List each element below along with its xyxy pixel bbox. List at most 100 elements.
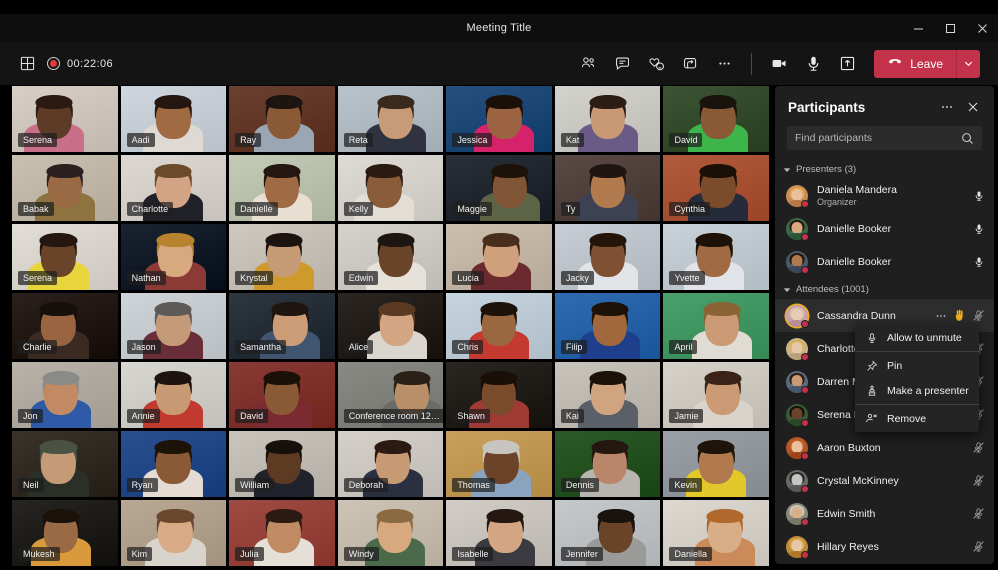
- microphone-icon[interactable]: [798, 49, 828, 79]
- video-tile[interactable]: Ray: [229, 86, 335, 152]
- leave-button[interactable]: Leave: [874, 49, 956, 78]
- mic-muted-icon[interactable]: [972, 540, 985, 553]
- video-tile[interactable]: Jessica: [446, 86, 552, 152]
- video-tile[interactable]: April: [663, 293, 770, 359]
- breakout-rooms-icon[interactable]: [675, 49, 705, 79]
- video-tile-name: Jon: [18, 409, 43, 423]
- minimize-button[interactable]: [902, 14, 934, 42]
- mic-muted-icon[interactable]: [972, 441, 985, 454]
- video-tile[interactable]: Kai: [554, 362, 661, 428]
- video-tile[interactable]: Cynthia: [663, 155, 770, 221]
- video-tile-name: Jason: [126, 340, 161, 354]
- video-tile[interactable]: Thomas: [446, 431, 552, 497]
- context-menu-item[interactable]: Make a presenter: [855, 378, 979, 403]
- panel-more-icon[interactable]: [936, 96, 958, 118]
- maximize-button[interactable]: [934, 14, 966, 42]
- video-tile[interactable]: David: [229, 362, 335, 428]
- video-tile-name: Yvette: [669, 271, 705, 285]
- reactions-icon[interactable]: [641, 49, 671, 79]
- participant-row[interactable]: Hillary Reyes: [775, 530, 994, 563]
- video-tile[interactable]: Shawn: [446, 362, 552, 428]
- video-tile[interactable]: Annie: [120, 362, 227, 428]
- participant-row[interactable]: Edwin Smith: [775, 497, 994, 530]
- video-tile[interactable]: Daniella: [663, 500, 770, 566]
- section-header-attendees[interactable]: Attendees (1001): [775, 278, 994, 299]
- mic-unmuted-icon[interactable]: [973, 256, 985, 268]
- participant-row[interactable]: Danielle Booker: [775, 245, 994, 278]
- more-actions-icon[interactable]: [709, 49, 739, 79]
- video-tile[interactable]: Mukesh: [12, 500, 118, 566]
- video-tile-name: Cynthia: [669, 202, 710, 216]
- video-tile[interactable]: Nathan: [120, 224, 227, 290]
- participant-row[interactable]: Crystal McKinney: [775, 464, 994, 497]
- video-tile[interactable]: Edwin: [337, 224, 444, 290]
- close-button[interactable]: [966, 14, 998, 42]
- participant-more-icon[interactable]: [935, 310, 947, 322]
- video-tile[interactable]: Kevin: [663, 431, 770, 497]
- section-header-presenters[interactable]: Presenters (3): [775, 158, 994, 179]
- video-tile-name: Kelly: [343, 202, 374, 216]
- video-tile[interactable]: William: [229, 431, 335, 497]
- context-menu-item[interactable]: Remove: [855, 406, 979, 431]
- video-grid-row: Serena Aadi Ray Reta Jessica Kat David: [12, 86, 770, 152]
- share-content-icon[interactable]: [832, 49, 862, 79]
- video-tile[interactable]: Charlie: [12, 293, 118, 359]
- mic-muted-icon[interactable]: [972, 474, 985, 487]
- video-tile[interactable]: Jon: [12, 362, 118, 428]
- chat-icon[interactable]: [607, 49, 637, 79]
- video-tile[interactable]: Reta: [337, 86, 444, 152]
- video-tile[interactable]: Dennis: [554, 431, 661, 497]
- panel-close-icon[interactable]: [962, 96, 984, 118]
- video-tile[interactable]: Krystal: [229, 224, 335, 290]
- video-tile[interactable]: Jennifer: [554, 500, 661, 566]
- video-tile[interactable]: Deborah: [337, 431, 444, 497]
- video-tile[interactable]: Neil: [12, 431, 118, 497]
- context-menu-item[interactable]: Pin: [855, 353, 979, 378]
- video-tile[interactable]: Babak: [12, 155, 118, 221]
- context-menu-item[interactable]: Allow to unmute: [855, 325, 979, 350]
- search-box[interactable]: [787, 126, 982, 150]
- video-tile[interactable]: Julia: [229, 500, 335, 566]
- search-input[interactable]: [795, 132, 961, 144]
- video-tile[interactable]: David: [663, 86, 770, 152]
- video-tile[interactable]: Lucia: [446, 224, 552, 290]
- mic-muted-icon[interactable]: [972, 309, 985, 322]
- video-tile[interactable]: Kelly: [337, 155, 444, 221]
- video-tile[interactable]: Ty: [554, 155, 661, 221]
- video-tile[interactable]: Jacky: [554, 224, 661, 290]
- video-tile[interactable]: Ryan: [120, 431, 227, 497]
- mic-unmuted-icon[interactable]: [973, 190, 985, 202]
- video-tile[interactable]: Windy: [337, 500, 444, 566]
- participant-row[interactable]: Aaron Buxton: [775, 431, 994, 464]
- video-tile[interactable]: Jason: [120, 293, 227, 359]
- video-tile[interactable]: Danielle: [229, 155, 335, 221]
- participant-row[interactable]: Danielle Booker: [775, 212, 994, 245]
- gallery-view-icon[interactable]: [20, 56, 35, 71]
- camera-icon[interactable]: [764, 49, 794, 79]
- participant-name-wrap: Danielle Booker: [817, 256, 967, 268]
- video-tile[interactable]: Aadi: [120, 86, 227, 152]
- video-tile[interactable]: Alice: [337, 293, 444, 359]
- video-tile[interactable]: Isabelle: [446, 500, 552, 566]
- video-tile-name: Annie: [126, 409, 160, 423]
- video-tile[interactable]: Chris: [446, 293, 552, 359]
- video-tile[interactable]: Kim: [120, 500, 227, 566]
- video-tile-name: Kat: [560, 133, 585, 147]
- video-tile[interactable]: Serena: [12, 86, 118, 152]
- video-tile[interactable]: Kat: [554, 86, 661, 152]
- participant-row[interactable]: Daniela Mandera Organizer: [775, 179, 994, 212]
- video-tile[interactable]: Conference room 12104: [337, 362, 444, 428]
- video-tile[interactable]: Maggie: [446, 155, 552, 221]
- video-tile[interactable]: Charlotte: [120, 155, 227, 221]
- video-tile[interactable]: Samantha: [229, 293, 335, 359]
- participant-name: Hillary Reyes: [817, 540, 879, 553]
- people-icon[interactable]: [573, 49, 603, 79]
- mic-muted-icon[interactable]: [972, 507, 985, 520]
- leave-options-caret[interactable]: [956, 49, 980, 78]
- video-tile[interactable]: Filip: [554, 293, 661, 359]
- video-tile[interactable]: Serena: [12, 224, 118, 290]
- video-tile[interactable]: Jamie: [663, 362, 770, 428]
- context-menu-separator: [855, 404, 979, 405]
- mic-unmuted-icon[interactable]: [973, 223, 985, 235]
- video-tile[interactable]: Yvette: [663, 224, 770, 290]
